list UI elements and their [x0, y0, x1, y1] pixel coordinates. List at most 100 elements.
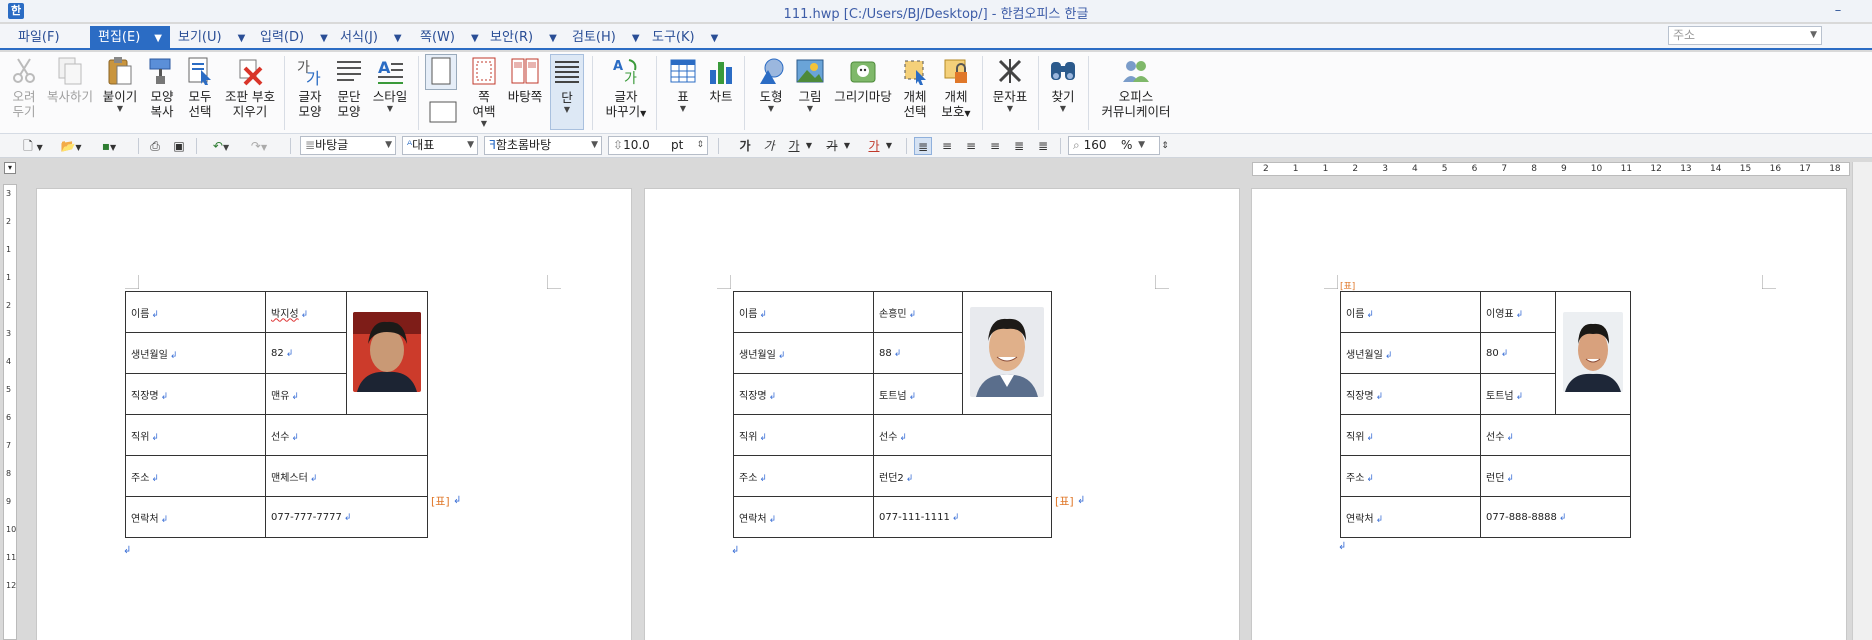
menu-format[interactable]: 서식(J) ▼	[340, 28, 402, 48]
align-justify-button[interactable]: ≣	[914, 137, 932, 155]
horizontal-ruler[interactable]: 2 1 1 2 3 4 5 6 7 8 9 10 11 12 13 14 15 16 17 18	[1252, 162, 1850, 176]
clear-marks-button[interactable]: 조판 부호 지우기	[222, 56, 278, 119]
undo-button[interactable]: ↶▼	[206, 137, 236, 155]
table-cell[interactable]: 주소 ↲	[1340, 455, 1481, 497]
char-shape-button[interactable]: 가가 글자 모양	[292, 56, 328, 119]
minimize-button[interactable]: –	[1828, 3, 1848, 19]
table-cell[interactable]: 맨유 ↲	[265, 373, 347, 415]
table-cell[interactable]: 077-888-8888 ↲	[1480, 496, 1631, 538]
align-right-button[interactable]: ≡	[986, 137, 1004, 155]
paragraph-shape-button[interactable]: 문단 모양	[331, 56, 367, 119]
table-cell[interactable]: 토트넘 ↲	[1480, 373, 1556, 415]
table-cell[interactable]: 이름 ↲	[733, 291, 874, 333]
shape-button[interactable]: 도형 ▼	[754, 56, 788, 113]
photo-cell[interactable]	[1555, 291, 1631, 415]
menu-review[interactable]: 검토(H) ▼	[572, 28, 640, 48]
table-cell[interactable]: 82 ↲	[265, 332, 347, 374]
language-select[interactable]: ᴬ대표 ▼	[402, 136, 478, 155]
chart-button[interactable]: 차트	[704, 56, 738, 104]
italic-button[interactable]: 가	[762, 137, 776, 155]
menu-view[interactable]: 보기(U) ▼	[178, 28, 245, 48]
vertical-ruler[interactable]: 3 2 1 1 2 3 4 5 6 7 8 9 10 11 12	[3, 184, 17, 640]
paste-button[interactable]: 붙이기 ▼	[100, 56, 140, 113]
menu-page[interactable]: 쪽(W) ▼	[420, 28, 479, 48]
document-page[interactable]: 이름 ↲ 박지성 ↲ 생년월일 ↲ 82 ↲ 직장명 ↲ 맨유 ↲ 직위 ↲ 선수 ↲ 주소 ↲ …	[36, 188, 632, 640]
ruler-corner-button[interactable]: ▾	[4, 162, 16, 174]
font-color-dropdown[interactable]: ▼	[884, 137, 894, 155]
cut-button[interactable]: 오려 두기	[8, 56, 40, 119]
table-cell[interactable]: 주소 ↲	[125, 455, 266, 497]
player-photo[interactable]	[970, 306, 1044, 397]
underline-dropdown[interactable]: ▼	[804, 137, 814, 155]
strike-button[interactable]: 가	[824, 137, 840, 155]
player-photo[interactable]	[1563, 311, 1623, 392]
player-photo[interactable]	[353, 311, 421, 392]
document-page[interactable]: [표] 이름 ↲ 이영표 ↲ 생년월일 ↲ 80 ↲ 직장명 ↲ 토트넘 ↲ 직위 ↲ 선수 ↲…	[1251, 188, 1847, 640]
table-cell[interactable]: 연락처 ↲	[125, 496, 266, 538]
table-cell[interactable]: 생년월일 ↲	[1340, 332, 1481, 374]
new-doc-button[interactable]: 🗋 ▼	[18, 137, 48, 155]
photo-cell[interactable]	[962, 291, 1052, 415]
copy-button[interactable]: 복사하기	[44, 56, 96, 104]
menu-insert[interactable]: 입력(D) ▼	[260, 28, 328, 48]
redo-button[interactable]: ↷▼	[244, 137, 274, 155]
style-button[interactable]: A 스타일 ▼	[370, 56, 410, 113]
style-select[interactable]: ≣바탕글 ▼	[300, 136, 396, 155]
align-split-button[interactable]: ≣	[1034, 137, 1052, 155]
vertical-scrollbar[interactable]	[1852, 162, 1872, 640]
object-select-button[interactable]: 개체 선택	[898, 56, 932, 119]
photo-cell[interactable]	[346, 291, 428, 415]
table-cell[interactable]: 직장명 ↲	[1340, 373, 1481, 415]
table-cell[interactable]: 런던2 ↲	[873, 455, 1052, 497]
object-protect-button[interactable]: 개체 보호▼	[938, 56, 974, 121]
table-cell[interactable]: 맨체스터 ↲	[265, 455, 428, 497]
open-button[interactable]: 📂▼	[56, 137, 86, 155]
font-size-input[interactable]: ⇳10.0 pt ⇕	[608, 136, 708, 155]
menu-tools[interactable]: 도구(K) ▼	[652, 28, 718, 48]
menu-security[interactable]: 보안(R) ▼	[490, 28, 557, 48]
align-distribute-button[interactable]: ≣	[1010, 137, 1028, 155]
page-margin-button[interactable]: 쪽 여백 ▼	[466, 56, 502, 128]
underline-button[interactable]: 가	[786, 137, 802, 155]
table-cell[interactable]: 연락처 ↲	[733, 496, 874, 538]
page-landscape-button[interactable]	[426, 96, 460, 129]
menu-edit[interactable]: 편집(E) ▼	[90, 26, 170, 50]
table-cell[interactable]: 토트넘 ↲	[873, 373, 963, 415]
table-cell[interactable]: 선수 ↲	[1480, 414, 1631, 456]
table-cell[interactable]: 이영표 ↲	[1480, 291, 1556, 333]
print-button[interactable]: ⎙	[146, 137, 164, 155]
clipart-button[interactable]: 그리기마당	[832, 56, 894, 104]
zoom-input[interactable]: ⌕ 160% ▼	[1068, 136, 1160, 155]
table-cell[interactable]: 직위 ↲	[125, 414, 266, 456]
find-button[interactable]: 찾기 ▼	[1046, 56, 1080, 113]
bold-button[interactable]: 가	[738, 137, 752, 155]
page-portrait-button[interactable]	[424, 54, 458, 93]
table-cell[interactable]: 80 ↲	[1480, 332, 1556, 374]
preview-button[interactable]: ▣	[170, 137, 188, 155]
symbol-button[interactable]: 문자표 ▼	[990, 56, 1030, 113]
table-cell[interactable]: 선수 ↲	[873, 414, 1052, 456]
table-cell[interactable]: 연락처 ↲	[1340, 496, 1481, 538]
table-cell[interactable]: 이름 ↲	[1340, 291, 1481, 333]
table-cell[interactable]: 077-111-1111 ↲	[873, 496, 1052, 538]
table-cell[interactable]: 이름 ↲	[125, 291, 266, 333]
table-cell[interactable]: 077-777-7777 ↲	[265, 496, 428, 538]
format-painter-button[interactable]: 모양 복사	[144, 56, 180, 119]
font-color-button[interactable]: 가	[866, 137, 882, 155]
table-cell[interactable]: 생년월일 ↲	[125, 332, 266, 374]
table-cell[interactable]: 생년월일 ↲	[733, 332, 874, 374]
document-page[interactable]: 이름 ↲ 손흥민 ↲ 생년월일 ↲ 88 ↲ 직장명 ↲ 토트넘 ↲ 직위 ↲ 선수 ↲ 주소 ↲…	[644, 188, 1240, 640]
strike-dropdown[interactable]: ▼	[842, 137, 852, 155]
table-cell[interactable]: 손흥민 ↲	[873, 291, 963, 333]
table-cell[interactable]: 박지성 ↲	[265, 291, 347, 333]
address-input[interactable]: 주소 ▼	[1668, 26, 1822, 45]
align-left-button[interactable]: ≡	[938, 137, 956, 155]
select-all-button[interactable]: 모두 선택	[182, 56, 218, 119]
table-cell[interactable]: 주소 ↲	[733, 455, 874, 497]
save-button[interactable]: ▪▼	[94, 137, 124, 155]
picture-button[interactable]: 그림 ▼	[793, 56, 827, 113]
table-cell[interactable]: 직위 ↲	[1340, 414, 1481, 456]
communicator-button[interactable]: 오피스 커뮤니케이터	[1096, 56, 1176, 119]
table-cell[interactable]: 선수 ↲	[265, 414, 428, 456]
column-button[interactable]: 단 ▼	[550, 54, 584, 130]
